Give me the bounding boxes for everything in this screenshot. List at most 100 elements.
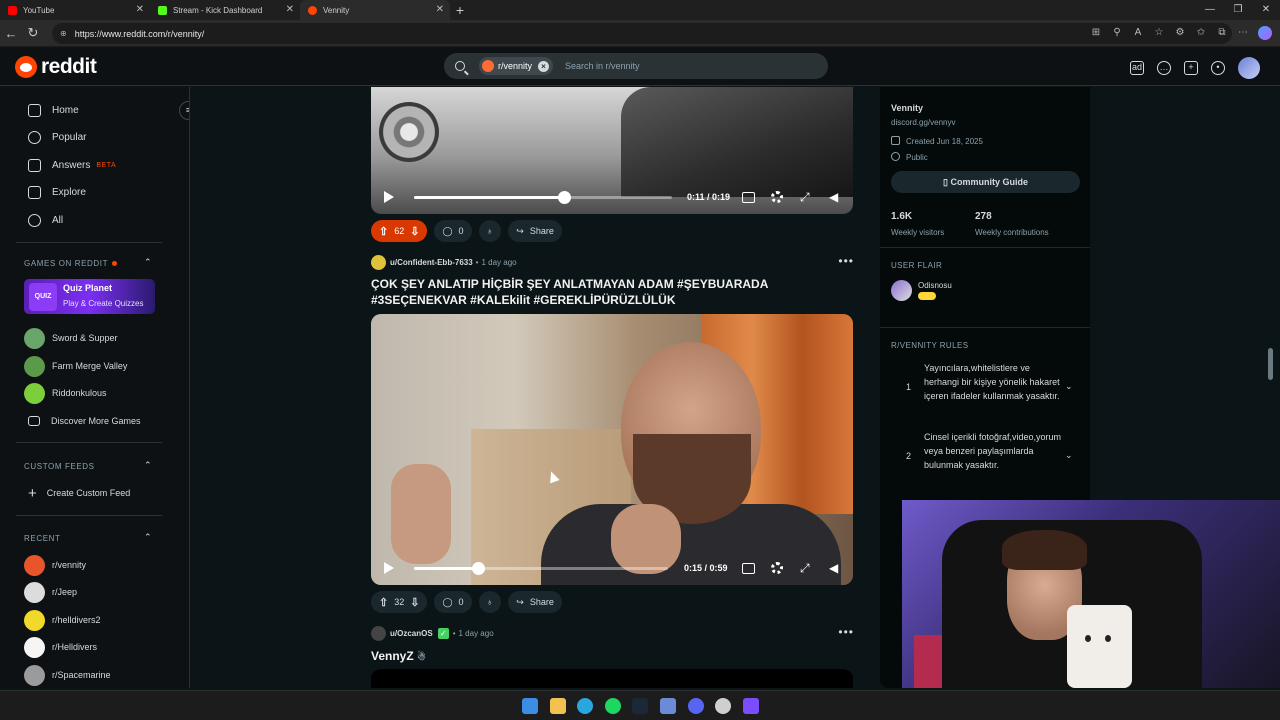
user-avatar[interactable] — [371, 254, 386, 270]
video-player[interactable] — [371, 669, 853, 688]
more-options-icon[interactable]: ••• — [838, 254, 854, 268]
post-author[interactable]: u/Confident-Ebb-7633 — [390, 258, 473, 267]
seek-handle[interactable] — [557, 190, 571, 204]
settings-gear-icon[interactable] — [771, 191, 783, 203]
chevron-down-icon[interactable]: ⌄ — [1065, 381, 1073, 392]
maximize-icon[interactable]: ❐ — [1224, 0, 1252, 20]
seek-bar[interactable] — [414, 561, 668, 575]
video-player[interactable]: 0:11 / 0:19 ⤢ ◀ — [371, 87, 853, 214]
minimize-icon[interactable]: — — [1196, 0, 1224, 20]
app-icon[interactable] — [660, 698, 676, 714]
search-scope-chip[interactable]: r/vennity × — [479, 57, 554, 75]
collections-icon[interactable]: ⧉ — [1216, 25, 1228, 41]
recent-helldivers[interactable]: r/Helldivers — [24, 636, 97, 658]
fullscreen-icon[interactable]: ⤢ — [800, 561, 810, 576]
zoom-icon[interactable]: ⚲ — [1111, 25, 1123, 41]
recent-spacemarine[interactable]: r/Spacemarine — [24, 664, 111, 686]
recent-section-title[interactable]: RECENT — [24, 534, 61, 543]
new-tab-button[interactable]: + — [450, 0, 470, 20]
comments-button[interactable]: ◯ 0 — [434, 220, 472, 242]
create-post-icon[interactable]: + — [1184, 61, 1198, 75]
award-button[interactable]: ♁ — [478, 591, 502, 613]
collapse-sidebar-button[interactable]: ≡ — [179, 101, 189, 120]
discover-more-games[interactable]: Discover More Games — [28, 410, 141, 432]
read-aloud-icon[interactable]: A — [1132, 25, 1144, 41]
reddit-logo[interactable]: reddit — [15, 55, 97, 79]
nav-popular[interactable]: Popular — [28, 127, 86, 147]
more-options-icon[interactable]: ••• — [838, 625, 854, 639]
favorite-star-icon[interactable]: ☆ — [1153, 25, 1165, 41]
chevron-up-icon[interactable]: ⌃ — [144, 257, 152, 268]
page-scrollbar[interactable] — [1268, 348, 1273, 380]
user-avatar[interactable] — [1238, 57, 1260, 79]
post-card[interactable]: u/Confident-Ebb-7633 • 1 day ago ••• ÇOK… — [360, 247, 865, 617]
volume-icon[interactable]: ◀ — [829, 561, 838, 575]
close-tab-icon[interactable]: ✕ — [436, 4, 444, 15]
comments-button[interactable]: ◯ 0 — [434, 591, 472, 613]
quiz-planet-banner[interactable]: QUIZ Quiz Planet Play & Create Quizzes — [24, 279, 155, 314]
user-avatar[interactable] — [371, 625, 386, 641]
award-button[interactable]: ♁ — [478, 220, 502, 242]
more-menu-icon[interactable]: ⋯ — [1237, 25, 1249, 41]
games-section-title[interactable]: GAMES ON REDDIT — [24, 259, 118, 268]
recent-helldivers2[interactable]: r/helldivers2 — [24, 609, 101, 631]
settings-gear-icon[interactable] — [771, 562, 783, 574]
downvote-icon[interactable]: ⇩ — [410, 225, 419, 238]
nav-answers[interactable]: Answers BETA — [28, 155, 116, 175]
browser-tab-kick[interactable]: Stream - Kick Dashboard ✕ — [150, 0, 300, 20]
close-tab-icon[interactable]: ✕ — [136, 4, 144, 15]
volume-icon[interactable]: ◀ — [829, 190, 838, 204]
close-tab-icon[interactable]: ✕ — [286, 4, 294, 15]
nav-all[interactable]: All — [28, 210, 63, 230]
nav-home[interactable]: Home — [28, 100, 79, 120]
post-title[interactable]: VennyZ ☃ — [371, 648, 853, 666]
chevron-down-icon[interactable]: ⌄ — [1065, 450, 1073, 461]
post-title[interactable]: ÇOK ŞEY ANLATIP HİÇBİR ŞEY ANLATMAYAN AD… — [371, 276, 853, 308]
video-player[interactable]: 0:15 / 0:59 ⤢ ◀ — [371, 314, 853, 585]
fullscreen-icon[interactable]: ⤢ — [800, 190, 810, 205]
upvote-icon[interactable]: ⇧ — [379, 225, 388, 238]
advertise-icon[interactable]: ad — [1130, 61, 1144, 75]
address-bar[interactable]: ⊕ https://www.reddit.com/r/vennity/ — [52, 23, 1232, 44]
game-farm-merge-valley[interactable]: Farm Merge Valley — [24, 355, 127, 377]
share-button[interactable]: ↪ Share — [508, 591, 562, 613]
copilot-icon[interactable] — [1258, 26, 1272, 40]
extension-icon[interactable]: ⚙ — [1174, 25, 1186, 41]
captions-icon[interactable] — [742, 191, 755, 203]
nav-explore[interactable]: Explore — [28, 182, 86, 202]
refresh-icon[interactable]: ↻ — [22, 25, 44, 41]
captions-icon[interactable] — [742, 562, 755, 574]
upvote-icon[interactable]: ⇧ — [379, 596, 388, 609]
chevron-up-icon[interactable]: ⌃ — [144, 460, 152, 471]
spotify-icon[interactable] — [605, 698, 621, 714]
chevron-up-icon[interactable]: ⌃ — [144, 532, 152, 543]
game-riddonkulous[interactable]: Riddonkulous — [24, 382, 107, 404]
search-input[interactable]: Search in r/vennity — [565, 61, 640, 71]
user-flair[interactable]: Odisnosu — [891, 280, 952, 301]
play-icon[interactable] — [384, 191, 394, 203]
steam-icon[interactable] — [632, 698, 648, 714]
back-icon[interactable]: ← — [0, 26, 22, 41]
browser-tab-vennity[interactable]: Vennity ✕ — [300, 0, 450, 20]
seek-handle[interactable] — [471, 561, 485, 575]
share-button[interactable]: ↪ Share — [508, 220, 562, 242]
app-icon[interactable] — [743, 698, 759, 714]
notifications-bell-icon[interactable]: • — [1211, 61, 1225, 75]
play-icon[interactable] — [384, 562, 394, 574]
community-guide-button[interactable]: ▯ Community Guide — [891, 171, 1080, 193]
browser-tab-youtube[interactable]: YouTube ✕ — [0, 0, 150, 20]
close-window-icon[interactable]: ✕ — [1252, 0, 1280, 20]
windows-start-icon[interactable] — [522, 698, 538, 714]
discord-icon[interactable] — [688, 698, 704, 714]
game-sword-supper[interactable]: Sword & Supper — [24, 327, 118, 349]
edge-browser-icon[interactable] — [577, 698, 593, 714]
post-author[interactable]: u/OzcanOS — [390, 629, 433, 638]
app-icon[interactable]: ⊞ — [1090, 25, 1102, 41]
vote-buttons[interactable]: ⇧ 32 ⇩ — [371, 591, 428, 613]
chat-icon[interactable]: … — [1157, 61, 1171, 75]
recent-vennity[interactable]: r/vennity — [24, 554, 86, 576]
custom-feeds-section-title[interactable]: CUSTOM FEEDS — [24, 462, 95, 471]
recent-jeep[interactable]: r/Jeep — [24, 581, 77, 603]
app-icon[interactable] — [715, 698, 731, 714]
downvote-icon[interactable]: ⇩ — [410, 596, 419, 609]
